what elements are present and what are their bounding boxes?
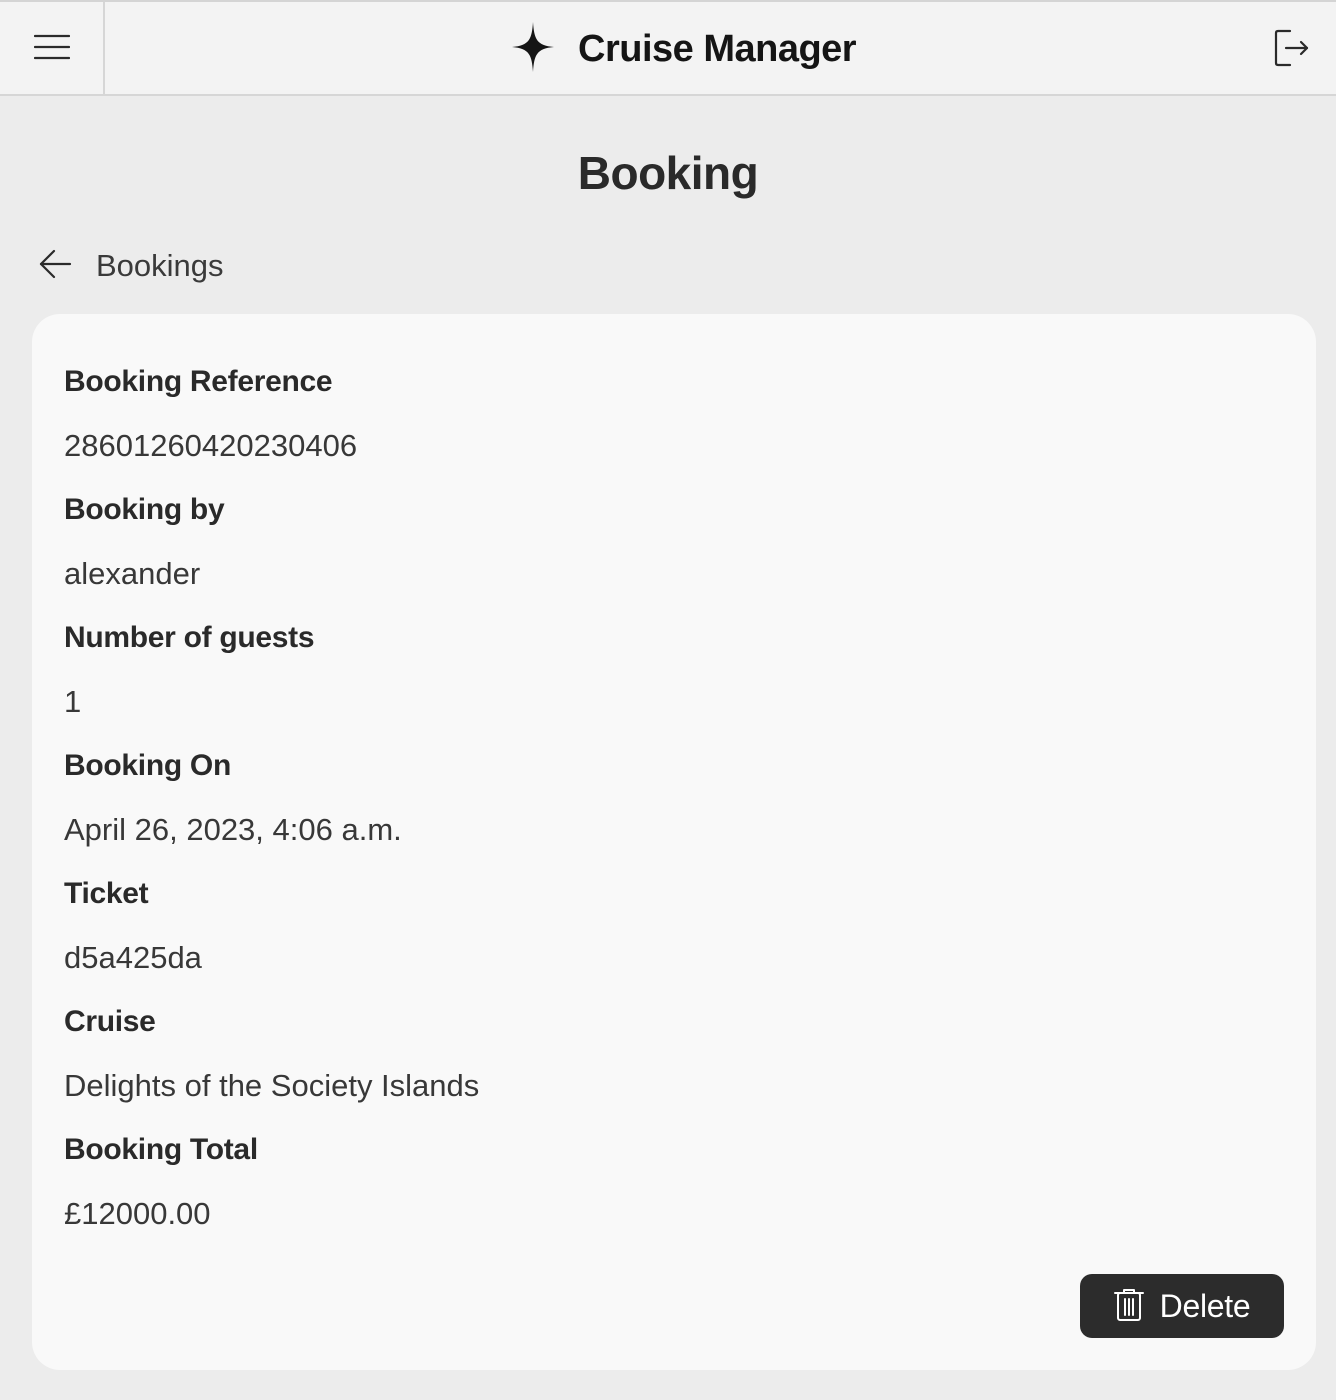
trash-icon bbox=[1113, 1288, 1144, 1325]
field-cruise: Cruise Delights of the Society Islands bbox=[64, 1002, 479, 1106]
page-title: Booking bbox=[577, 147, 759, 199]
field-value: £12000.00 bbox=[64, 1196, 211, 1231]
field-booking-by: Booking by alexander bbox=[64, 490, 225, 594]
field-label: Booking On bbox=[64, 749, 231, 782]
field-value: 28601260420230406 bbox=[64, 428, 358, 463]
field-value: d5a425da bbox=[64, 940, 202, 975]
field-label: Number of guests bbox=[64, 621, 315, 654]
back-to-bookings-link[interactable]: Bookings bbox=[38, 244, 224, 288]
delete-button[interactable]: Delete bbox=[1080, 1274, 1284, 1338]
field-value: 1 bbox=[64, 684, 82, 719]
breadcrumb-label: Bookings bbox=[96, 248, 224, 283]
arrow-left-icon bbox=[38, 249, 72, 284]
field-value: Delights of the Society Islands bbox=[64, 1068, 480, 1103]
top-navigation-bar: Cruise Manager bbox=[0, 0, 1336, 96]
field-booking-on: Booking On April 26, 2023, 4:06 a.m. bbox=[64, 746, 402, 850]
logout-icon bbox=[1274, 29, 1310, 72]
field-ticket: Ticket d5a425da bbox=[64, 874, 202, 978]
field-label: Booking Reference bbox=[64, 365, 333, 398]
logout-button[interactable] bbox=[1270, 28, 1314, 72]
booking-details-card: Booking Reference 28601260420230406 Book… bbox=[32, 314, 1316, 1370]
field-booking-reference: Booking Reference 28601260420230406 bbox=[64, 362, 357, 466]
app-title: Cruise Manager bbox=[578, 27, 857, 70]
field-value: April 26, 2023, 4:06 a.m. bbox=[64, 812, 402, 847]
field-label: Ticket bbox=[64, 877, 149, 910]
sparkle-star-icon bbox=[512, 21, 554, 77]
field-number-of-guests: Number of guests 1 bbox=[64, 618, 315, 722]
field-booking-total: Booking Total £12000.00 bbox=[64, 1130, 258, 1234]
field-label: Booking Total bbox=[64, 1133, 258, 1166]
hamburger-menu-icon bbox=[33, 34, 70, 65]
field-label: Cruise bbox=[64, 1005, 156, 1038]
menu-button[interactable] bbox=[0, 2, 105, 96]
app-brand[interactable]: Cruise Manager bbox=[512, 21, 857, 77]
field-label: Booking by bbox=[64, 493, 225, 526]
field-value: alexander bbox=[64, 556, 201, 591]
delete-button-label: Delete bbox=[1159, 1287, 1251, 1324]
